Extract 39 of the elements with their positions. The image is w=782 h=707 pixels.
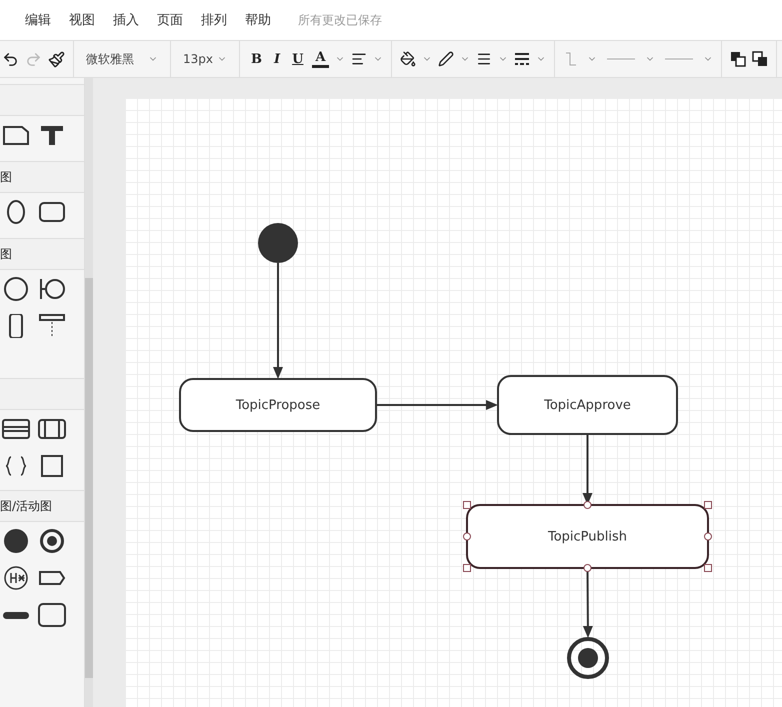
format-painter-button[interactable]	[48, 50, 65, 68]
target-icon[interactable]	[38, 528, 66, 552]
undo-button[interactable]	[2, 50, 19, 68]
menu-item[interactable]: 排列	[192, 11, 236, 29]
section-heading: 图	[0, 168, 12, 186]
state-label: TopicPublish	[548, 530, 628, 544]
square-icon[interactable]	[38, 454, 66, 478]
save-status: 所有更改已保存	[298, 12, 382, 28]
state-label: TopicApprove	[544, 398, 631, 413]
menu-item[interactable]: 插入	[104, 11, 148, 29]
lifeline-icon[interactable]	[38, 314, 66, 338]
section-heading: 图/活动图	[0, 498, 52, 514]
state-label: TopicPropose	[236, 398, 320, 413]
font-select[interactable]: 微软雅黑	[82, 50, 162, 68]
bold-button[interactable]: B	[248, 52, 265, 66]
font-color-button[interactable]: A	[312, 50, 329, 68]
circle-icon[interactable]	[2, 276, 30, 300]
underline-button[interactable]: U	[289, 52, 306, 66]
line-style-button[interactable]	[514, 52, 530, 66]
history-icon[interactable]	[2, 566, 30, 590]
menu-item[interactable]: 视图	[60, 11, 104, 29]
bring-front-button[interactable]	[730, 51, 746, 67]
font-size-select[interactable]: 13px	[179, 52, 231, 66]
rounded-square-icon[interactable]	[38, 602, 66, 626]
menu-item[interactable]: 页面	[148, 11, 192, 29]
table-icon[interactable]	[2, 416, 30, 440]
rounded-rectangle-icon[interactable]	[38, 200, 66, 224]
filled-circle-icon[interactable]	[2, 528, 30, 552]
align-button[interactable]	[350, 51, 367, 67]
boundary-icon[interactable]	[38, 276, 66, 300]
fill-color-button[interactable]	[400, 51, 416, 67]
line-color-button[interactable]	[438, 51, 454, 67]
menu-item[interactable]: 帮助	[236, 11, 280, 29]
line-width-button[interactable]	[476, 51, 492, 67]
section-heading: 图	[0, 246, 12, 262]
columns-icon[interactable]	[38, 416, 66, 440]
menu-item[interactable]: 编辑	[16, 11, 60, 29]
italic-button[interactable]: I	[271, 52, 284, 66]
send-back-button[interactable]	[752, 51, 768, 67]
